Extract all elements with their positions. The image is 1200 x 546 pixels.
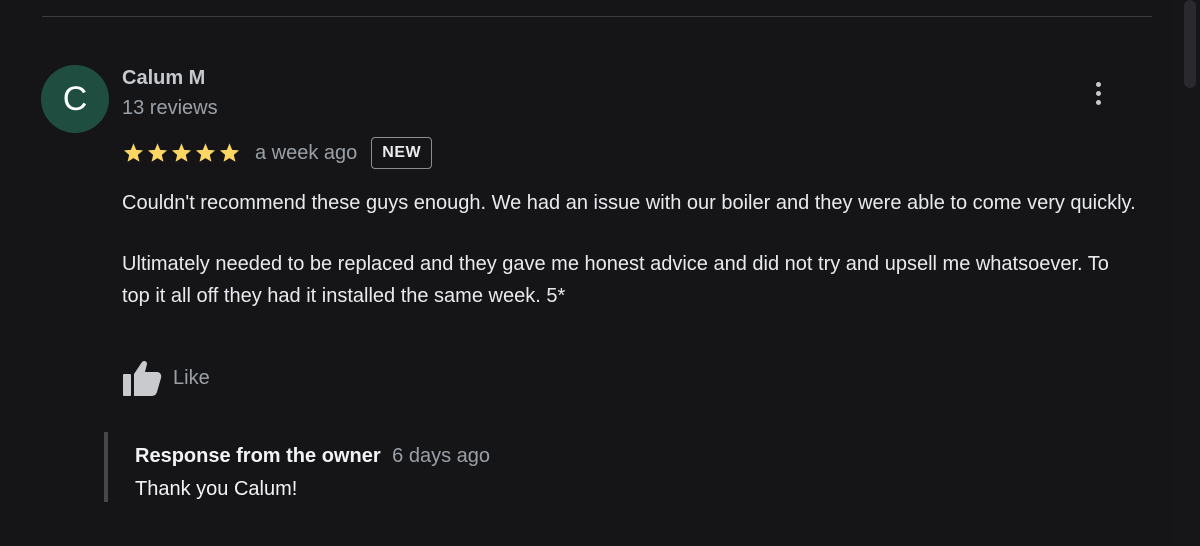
- more-options-button[interactable]: [1084, 78, 1112, 108]
- owner-response: Response from the owner 6 days ago Thank…: [104, 432, 808, 502]
- new-badge: NEW: [371, 137, 433, 169]
- top-divider: [42, 16, 1152, 17]
- review-date: a week ago: [255, 141, 358, 164]
- like-button[interactable]: Like: [122, 358, 210, 398]
- avatar[interactable]: C: [41, 65, 109, 133]
- star-icon: [123, 143, 144, 162]
- rating-row: a week ago NEW: [122, 135, 433, 171]
- review-paragraph: Couldn't recommend these guys enough. We…: [122, 192, 1136, 214]
- more-vert-icon-dot: [1095, 81, 1101, 87]
- review-paragraph: Ultimately needed to be replaced and the…: [122, 253, 1109, 307]
- response-text: Thank you Calum!: [135, 478, 298, 500]
- star-icon: [171, 143, 192, 162]
- avatar-letter: C: [62, 79, 88, 118]
- response-title: Response from the owner: [135, 445, 381, 467]
- thumbs-up-icon: [123, 360, 162, 396]
- response-date: 6 days ago: [392, 445, 491, 467]
- star-icon: [147, 143, 168, 162]
- response-header: Response from the owner 6 days ago: [135, 445, 490, 468]
- like-label: Like: [173, 366, 210, 389]
- star-rating: [122, 142, 241, 164]
- star-icon: [219, 143, 240, 162]
- more-vert-icon-dot: [1095, 99, 1101, 105]
- more-vert-icon-dot: [1095, 90, 1101, 96]
- scrollbar-thumb[interactable]: [1184, 0, 1196, 88]
- review-text: Couldn't recommend these guys enough. We…: [122, 187, 1142, 312]
- review-page: C Calum M 13 reviews a week ago NEW Coul…: [0, 0, 1200, 546]
- reviewer-name[interactable]: Calum M: [122, 67, 205, 90]
- star-icon: [195, 143, 216, 162]
- review-count[interactable]: 13 reviews: [122, 97, 218, 120]
